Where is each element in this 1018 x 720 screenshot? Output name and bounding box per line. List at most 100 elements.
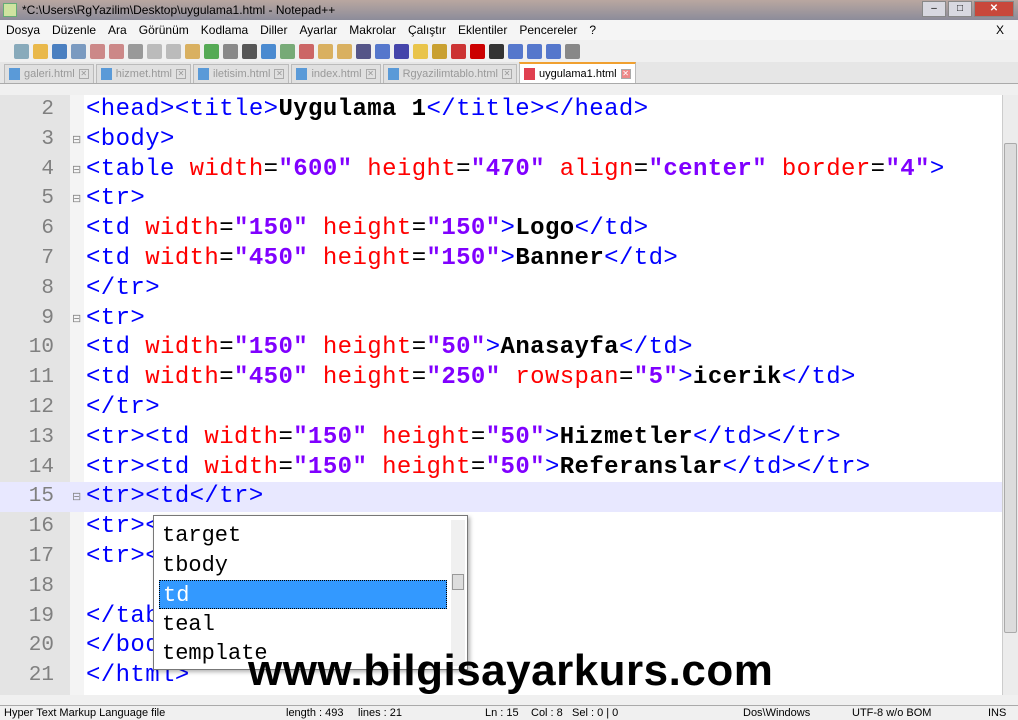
menu-item[interactable]: Ara	[102, 23, 133, 37]
scrollbar-thumb[interactable]	[1004, 143, 1017, 633]
code-token: =	[470, 453, 486, 481]
file-icon	[198, 68, 209, 80]
menu-item[interactable]: Görünüm	[133, 23, 195, 37]
autocomplete-item[interactable]: tbody	[159, 551, 447, 580]
menu-item[interactable]: ?	[583, 23, 602, 37]
code-token: =	[870, 155, 886, 183]
menu-close-button[interactable]: X	[990, 23, 1010, 37]
code-token: </td>	[618, 334, 693, 362]
scrollbar-thumb[interactable]	[452, 574, 464, 590]
toolbar-button-icon[interactable]	[128, 43, 143, 59]
toolbar-button-icon[interactable]	[147, 43, 162, 59]
toolbar-button-icon[interactable]	[451, 43, 466, 59]
status-bar: Hyper Text Markup Language file length :…	[0, 705, 1018, 720]
code-token: height	[322, 215, 412, 243]
file-icon	[100, 68, 112, 80]
autocomplete-item[interactable]: teal	[159, 610, 447, 639]
toolbar-button-icon[interactable]	[109, 43, 124, 59]
toolbar-button-icon[interactable]	[71, 43, 86, 59]
toolbar-button-icon[interactable]	[280, 43, 295, 59]
toolbar-button-icon[interactable]	[413, 43, 428, 59]
line-number: 20	[28, 634, 54, 658]
toolbar-button-icon[interactable]	[223, 43, 238, 59]
code-text: </bod	[86, 631, 160, 661]
status-lines: lines : 21	[358, 707, 403, 719]
line-number: 17	[28, 545, 54, 568]
toolbar-button-icon[interactable]	[242, 43, 257, 59]
tab-close-icon[interactable]: ✕	[620, 68, 631, 79]
toolbar-button-icon[interactable]	[375, 43, 390, 59]
tab-iletisim-html[interactable]: iletisim.html ✕	[193, 64, 290, 83]
toolbar-button-icon[interactable]	[527, 43, 542, 59]
menu-item[interactable]: Makrolar	[343, 23, 402, 37]
vertical-scrollbar[interactable]	[1002, 95, 1018, 695]
toolbar-button-icon[interactable]	[166, 43, 181, 59]
code-editor[interactable]: 2 <head><title>Uygulama 1</title></head> 3…	[0, 95, 1002, 695]
toolbar-button-icon[interactable]	[33, 43, 48, 59]
menu-item[interactable]: Düzenle	[46, 23, 102, 37]
toolbar-button-icon[interactable]	[318, 43, 333, 59]
tab-uygulama1-html[interactable]: uygulama1.html ✕	[518, 62, 636, 83]
fold-toggle-icon[interactable]: ⊟	[72, 125, 82, 155]
code-token: width	[204, 453, 279, 481]
toolbar-button-icon[interactable]	[470, 43, 485, 59]
code-token: >	[544, 453, 560, 481]
toolbar-button-icon[interactable]	[489, 43, 504, 59]
line-number: 6	[41, 217, 54, 241]
line-number: 5	[41, 187, 54, 211]
toolbar-button-icon[interactable]	[356, 43, 371, 59]
tab-hizmet-html[interactable]: hizmet.html ✕	[95, 64, 191, 83]
fold-toggle-icon[interactable]: ⊟	[72, 184, 82, 214]
toolbar-button-icon[interactable]	[185, 43, 200, 59]
autocomplete-item[interactable]: td	[159, 580, 447, 610]
code-token: =	[219, 334, 235, 362]
window-title: *C:\Users\RgYazilim\Desktop\uygulama1.ht…	[22, 3, 336, 17]
toolbar-button-icon[interactable]	[299, 43, 314, 59]
menu-item[interactable]: Diller	[254, 23, 293, 37]
tab-close-icon[interactable]: ✕	[78, 69, 89, 79]
fold-toggle-icon[interactable]: ⊟	[72, 155, 82, 185]
code-token: <body>	[86, 125, 175, 153]
tab-index-html[interactable]: index.html ✕	[291, 64, 381, 83]
toolbar-button-icon[interactable]	[14, 43, 29, 59]
tab-close-icon[interactable]: ✕	[501, 69, 512, 79]
code-token: "150"	[426, 215, 501, 243]
autocomplete-item[interactable]: target	[159, 521, 447, 550]
tab-galeri-html[interactable]: galeri.html ✕	[4, 64, 94, 83]
code-token: height	[322, 364, 412, 392]
toolbar-button-icon[interactable]	[432, 43, 447, 59]
toolbar-button-icon[interactable]	[337, 43, 352, 59]
code-token: </tab	[86, 602, 161, 630]
tab-close-icon[interactable]: ✕	[365, 69, 376, 79]
toolbar-button-icon[interactable]	[546, 43, 561, 59]
menu-item[interactable]: Çalıştır	[402, 23, 452, 37]
toolbar-button-icon[interactable]	[261, 43, 276, 59]
minimize-button[interactable]: –	[922, 1, 946, 17]
toolbar-button-icon[interactable]	[565, 43, 580, 59]
toolbar-button-icon[interactable]	[394, 43, 409, 59]
close-button[interactable]: ✕	[974, 1, 1014, 17]
tab-close-icon[interactable]: ✕	[176, 69, 186, 79]
toolbar-button-icon[interactable]	[90, 43, 105, 59]
fold-toggle-icon[interactable]: ⊟	[72, 304, 82, 334]
toolbar-button-icon[interactable]	[204, 43, 219, 59]
code-token: Referanslar	[559, 453, 723, 481]
status-eol: Dos\Windows	[743, 707, 811, 719]
tab-close-icon[interactable]: ✕	[274, 69, 285, 79]
tab-Rgyazilimtablo-html[interactable]: Rgyazilimtablo.html ✕	[382, 64, 517, 83]
code-line: 2 <head><title>Uygulama 1</title></head>	[0, 95, 1002, 125]
code-line: 15 ⊟ <tr><td</tr>	[0, 482, 1002, 513]
toolbar-button-icon[interactable]	[52, 43, 67, 59]
menu-item[interactable]: Ayarlar	[293, 23, 343, 37]
fold-toggle-icon[interactable]: ⊟	[72, 482, 82, 512]
menu-item[interactable]: Dosya	[0, 23, 46, 37]
maximize-button[interactable]: □	[948, 1, 972, 17]
file-icon	[9, 68, 20, 80]
menu-item[interactable]: Kodlama	[195, 23, 254, 37]
menu-item[interactable]: Eklentiler	[452, 23, 513, 37]
menu-item[interactable]: Pencereler	[513, 23, 583, 37]
autocomplete-scrollbar[interactable]	[451, 520, 465, 666]
toolbar-button-icon[interactable]	[508, 43, 523, 59]
